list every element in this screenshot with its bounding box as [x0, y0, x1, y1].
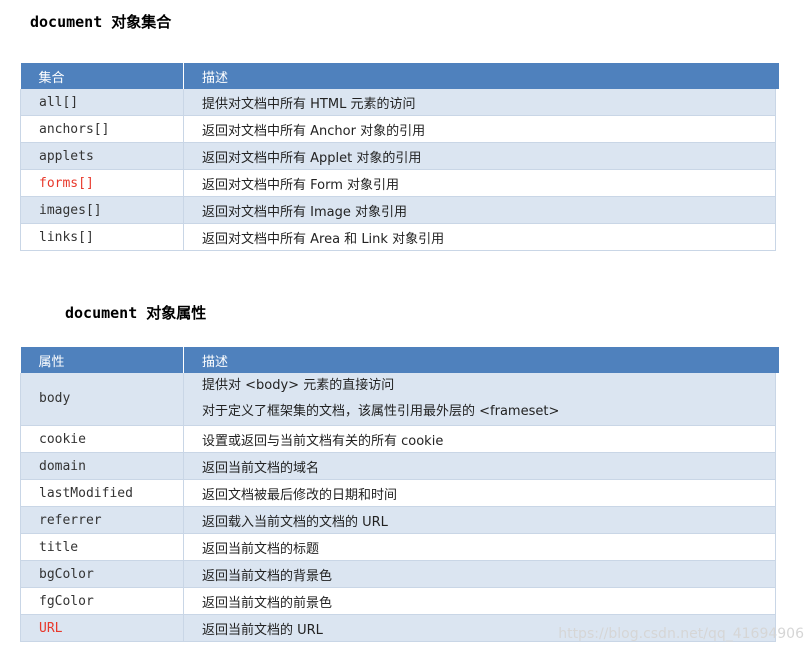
property-description: 返回当前文档的背景色 — [183, 560, 776, 588]
collection-name: applets — [20, 142, 184, 170]
properties-heading-text: 对象属性 — [146, 304, 207, 322]
property-name: lastModified — [20, 479, 184, 507]
property-description-line: 对于定义了框架集的文档，该属性引用最外层的 <frameset> — [202, 404, 560, 419]
table-row: cookie 设置或返回与当前文档有关的所有 cookie — [20, 425, 776, 453]
property-description-line: 提供对 <body> 元素的直接访问 — [202, 378, 395, 393]
property-name: title — [20, 533, 184, 561]
column-header-description: 描述 — [183, 63, 779, 89]
property-description: 设置或返回与当前文档有关的所有 cookie — [183, 425, 776, 453]
property-name: fgColor — [20, 587, 184, 615]
property-name: domain — [20, 452, 184, 480]
watermark-text: https://blog.csdn.net/qq_41694906 — [558, 626, 804, 642]
table-row: referrer 返回载入当前文档的文档的 URL — [20, 506, 776, 534]
properties-table: 属性 描述 body 提供对 <body> 元素的直接访问 对于定义了框架集的文… — [20, 347, 779, 642]
table-row: title 返回当前文档的标题 — [20, 533, 776, 561]
column-header-property: 属性 — [20, 347, 184, 373]
property-description: 返回当前文档的前景色 — [183, 587, 776, 615]
table-row: domain 返回当前文档的域名 — [20, 452, 776, 480]
property-description: 返回文档被最后修改的日期和时间 — [183, 479, 776, 507]
table-row: anchors[] 返回对文档中所有 Anchor 对象的引用 — [20, 115, 776, 143]
table-row: body 提供对 <body> 元素的直接访问 对于定义了框架集的文档，该属性引… — [20, 373, 776, 426]
table-row: fgColor 返回当前文档的前景色 — [20, 587, 776, 615]
collection-description: 返回对文档中所有 Area 和 Link 对象引用 — [183, 223, 776, 251]
column-header-description: 描述 — [183, 347, 779, 373]
collection-description: 返回对文档中所有 Applet 对象的引用 — [183, 142, 776, 170]
property-name: bgColor — [20, 560, 184, 588]
table-row: forms[] 返回对文档中所有 Form 对象引用 — [20, 169, 776, 197]
collection-description: 提供对文档中所有 HTML 元素的访问 — [183, 89, 776, 116]
collections-heading: document 对象集合 — [30, 11, 171, 32]
column-header-collection: 集合 — [20, 63, 184, 89]
property-name-highlighted: URL — [20, 614, 184, 642]
collections-heading-text: 对象集合 — [111, 13, 172, 31]
collection-description: 返回对文档中所有 Image 对象引用 — [183, 196, 776, 224]
table-header-row: 集合 描述 — [20, 63, 779, 89]
table-row: links[] 返回对文档中所有 Area 和 Link 对象引用 — [20, 223, 776, 251]
properties-heading: document 对象属性 — [65, 302, 206, 323]
table-row: applets 返回对文档中所有 Applet 对象的引用 — [20, 142, 776, 170]
table-row: lastModified 返回文档被最后修改的日期和时间 — [20, 479, 776, 507]
table-row: bgColor 返回当前文档的背景色 — [20, 560, 776, 588]
collections-heading-code: document — [30, 13, 103, 31]
table-row: images[] 返回对文档中所有 Image 对象引用 — [20, 196, 776, 224]
property-description: 返回载入当前文档的文档的 URL — [183, 506, 776, 534]
property-description: 提供对 <body> 元素的直接访问 对于定义了框架集的文档，该属性引用最外层的… — [183, 373, 776, 426]
table-header-row: 属性 描述 — [20, 347, 779, 373]
collections-table: 集合 描述 all[] 提供对文档中所有 HTML 元素的访问 anchors[… — [20, 63, 779, 251]
property-description: 返回当前文档的标题 — [183, 533, 776, 561]
property-name: cookie — [20, 425, 184, 453]
collection-name-highlighted: forms[] — [20, 169, 184, 197]
collection-name: anchors[] — [20, 115, 184, 143]
collection-description: 返回对文档中所有 Anchor 对象的引用 — [183, 115, 776, 143]
collection-name: links[] — [20, 223, 184, 251]
property-description: 返回当前文档的域名 — [183, 452, 776, 480]
table-row: all[] 提供对文档中所有 HTML 元素的访问 — [20, 89, 776, 116]
collection-name: images[] — [20, 196, 184, 224]
collection-description: 返回对文档中所有 Form 对象引用 — [183, 169, 776, 197]
properties-heading-code: document — [65, 304, 138, 322]
property-name: body — [20, 373, 184, 426]
property-name: referrer — [20, 506, 184, 534]
collection-name: all[] — [20, 89, 184, 116]
